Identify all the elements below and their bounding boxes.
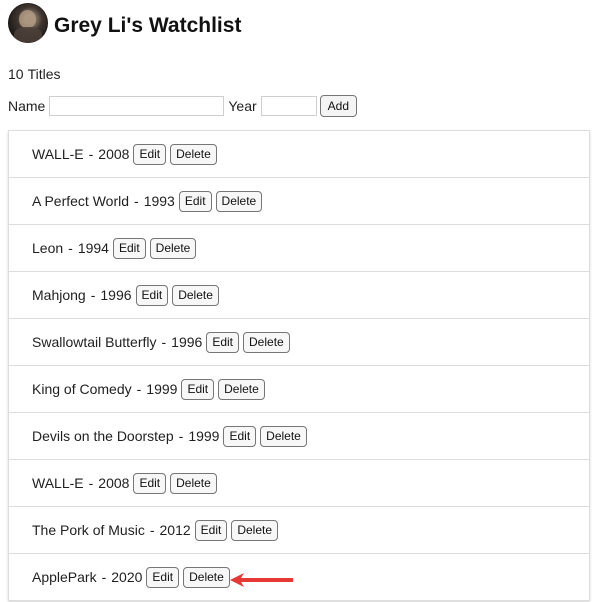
edit-button[interactable]: Edit bbox=[146, 566, 180, 588]
movie-year: 1993 bbox=[143, 193, 175, 209]
movie-item: ApplePark - 2020 Edit Delete bbox=[9, 554, 589, 600]
delete-button[interactable]: Delete bbox=[170, 472, 217, 494]
edit-button[interactable]: Edit bbox=[194, 519, 228, 541]
movie-title: WALL-E bbox=[32, 146, 84, 162]
movie-title: King of Comedy bbox=[32, 381, 132, 397]
delete-button[interactable]: Delete bbox=[172, 284, 219, 306]
movie-item: Swallowtail Butterfly - 1996 Edit Delete bbox=[9, 319, 589, 366]
movie-count-number: 10 bbox=[8, 66, 24, 82]
avatar bbox=[8, 3, 48, 43]
movie-title: Devils on the Doorstep bbox=[32, 428, 174, 444]
name-input[interactable] bbox=[49, 96, 225, 116]
delete-button[interactable]: Delete bbox=[183, 566, 230, 588]
movie-year: 2012 bbox=[159, 522, 191, 538]
edit-button[interactable]: Edit bbox=[133, 472, 167, 494]
movie-count: 10 Titles bbox=[8, 66, 61, 82]
movie-year: 2020 bbox=[111, 569, 143, 585]
movie-title: Leon bbox=[32, 240, 64, 256]
movie-item: King of Comedy - 1999 Edit Delete bbox=[9, 366, 589, 413]
movie-count-label: Titles bbox=[27, 66, 61, 82]
title-separator: - bbox=[88, 146, 94, 162]
edit-button[interactable]: Edit bbox=[135, 284, 169, 306]
add-movie-form: Name Year Add bbox=[8, 95, 358, 117]
movie-title: ApplePark bbox=[32, 569, 97, 585]
movie-title: The Pork of Music bbox=[32, 522, 145, 538]
edit-button[interactable]: Edit bbox=[112, 237, 146, 259]
title-separator: - bbox=[68, 240, 73, 256]
year-input[interactable] bbox=[260, 96, 317, 116]
title-separator: - bbox=[149, 522, 155, 538]
delete-button[interactable]: Delete bbox=[170, 143, 217, 165]
movie-title: Swallowtail Butterfly bbox=[32, 334, 157, 350]
title-separator: - bbox=[134, 193, 139, 209]
movie-item: Devils on the Doorstep - 1999 Edit Delet… bbox=[9, 413, 589, 460]
name-label: Name bbox=[8, 98, 46, 114]
title-separator: - bbox=[178, 428, 184, 444]
movie-title: A Perfect World bbox=[32, 193, 130, 209]
title-separator: - bbox=[136, 381, 142, 397]
delete-button[interactable]: Delete bbox=[215, 190, 263, 212]
delete-button[interactable]: Delete bbox=[218, 378, 265, 400]
movie-year: 1994 bbox=[77, 240, 109, 256]
title-separator: - bbox=[161, 334, 167, 350]
page-title: Grey Li's Watchlist bbox=[54, 13, 242, 37]
add-button[interactable]: Add bbox=[319, 95, 358, 117]
movie-title: WALL-E bbox=[32, 475, 84, 491]
title-separator: - bbox=[90, 287, 96, 303]
title-separator: - bbox=[101, 569, 107, 585]
delete-button[interactable]: Delete bbox=[243, 331, 290, 353]
movie-title: Mahjong bbox=[32, 287, 86, 303]
movie-list: WALL-E - 2008 Edit Delete A Perfect Worl… bbox=[8, 130, 590, 601]
movie-item: WALL-E - 2008 Edit Delete bbox=[9, 460, 589, 507]
delete-button[interactable]: Delete bbox=[231, 519, 279, 541]
movie-year: 2008 bbox=[98, 146, 130, 162]
movie-item: Leon - 1994 Edit Delete bbox=[9, 225, 589, 272]
delete-button[interactable]: Delete bbox=[149, 237, 197, 259]
edit-button[interactable]: Edit bbox=[181, 378, 215, 400]
year-label: Year bbox=[228, 98, 257, 114]
edit-button[interactable]: Edit bbox=[178, 190, 212, 212]
movie-year: 1996 bbox=[171, 334, 203, 350]
page-header: Grey Li's Watchlist bbox=[8, 2, 241, 44]
movie-item: A Perfect World - 1993 Edit Delete bbox=[9, 178, 589, 225]
movie-item: The Pork of Music - 2012 Edit Delete bbox=[9, 507, 589, 554]
delete-button[interactable]: Delete bbox=[260, 425, 307, 447]
title-separator: - bbox=[88, 475, 94, 491]
movie-year: 1999 bbox=[188, 428, 220, 444]
edit-button[interactable]: Edit bbox=[206, 331, 240, 353]
edit-button[interactable]: Edit bbox=[133, 143, 167, 165]
movie-item: Mahjong - 1996 Edit Delete bbox=[9, 272, 589, 319]
edit-button[interactable]: Edit bbox=[223, 425, 257, 447]
movie-item: WALL-E - 2008 Edit Delete bbox=[9, 131, 589, 178]
movie-year: 2008 bbox=[98, 475, 130, 491]
movie-year: 1996 bbox=[100, 287, 132, 303]
movie-year: 1999 bbox=[146, 381, 178, 397]
